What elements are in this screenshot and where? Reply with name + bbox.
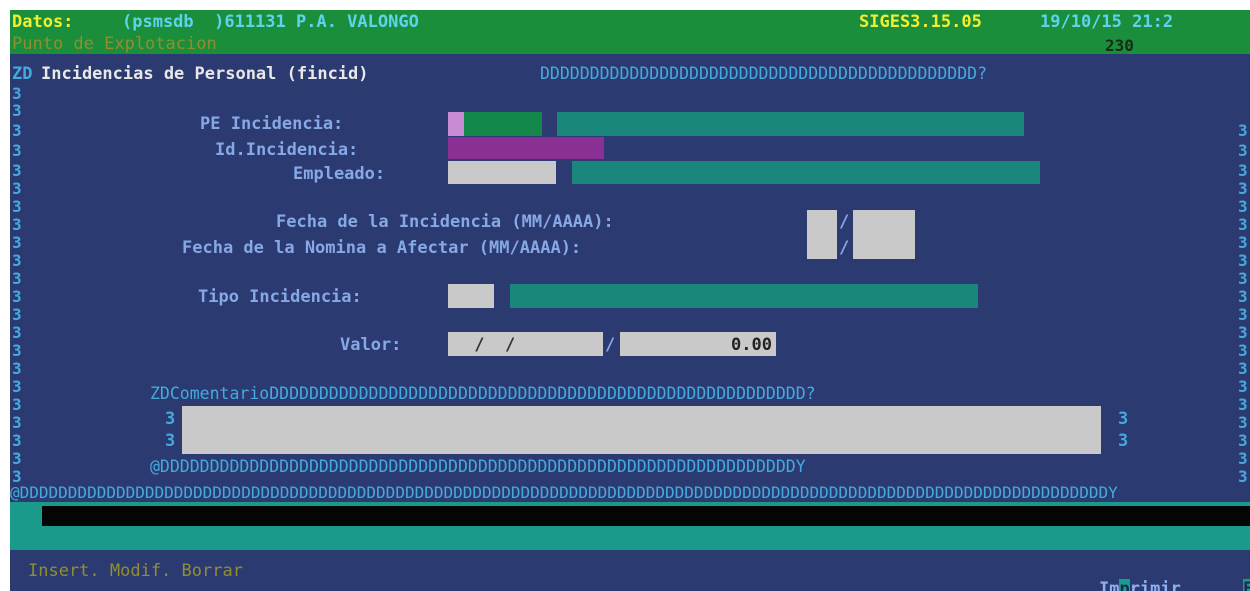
fecha-incidencia-month-field[interactable] bbox=[807, 210, 837, 236]
comment-left-border: 3 bbox=[165, 409, 176, 429]
imprimir-pre: Im bbox=[1098, 579, 1120, 591]
top-border: DDDDDDDDDDDDDDDDDDDDDDDDDDDDDDDDDDDDDDDD… bbox=[540, 64, 988, 83]
right-border: 3 bbox=[1238, 323, 1248, 342]
left-border: 3 bbox=[12, 251, 22, 270]
right-border: 3 bbox=[1238, 251, 1248, 270]
right-border: 3 bbox=[1238, 197, 1248, 216]
left-border: 3 bbox=[12, 197, 22, 216]
imprimir-hotkey: p bbox=[1119, 579, 1130, 591]
imprimir-button[interactable]: Imprimir bbox=[1058, 562, 1181, 591]
left-border: 3 bbox=[12, 215, 22, 234]
valor-amount-field[interactable]: 0.00 bbox=[620, 332, 776, 356]
command-input[interactable] bbox=[42, 506, 1250, 526]
window-bottom-border: @DDDDDDDDDDDDDDDDDDDDDDDDDDDDDDDDDDDDDDD… bbox=[10, 483, 1118, 502]
left-border: 3 bbox=[12, 179, 22, 198]
datetime-label: 19/10/15 21:2 bbox=[1040, 12, 1174, 32]
id-incidencia-label: Id.Incidencia: bbox=[215, 140, 359, 160]
right-border: 3 bbox=[1238, 233, 1248, 252]
right-border: 3 bbox=[1238, 287, 1248, 306]
right-border: 3 bbox=[1238, 359, 1248, 378]
empleado-field[interactable] bbox=[448, 161, 556, 184]
right-border: 3 bbox=[1238, 377, 1248, 396]
fin-hotkey: F bbox=[1242, 579, 1250, 591]
pe-incidencia-field[interactable] bbox=[464, 112, 542, 136]
left-border: 3 bbox=[12, 341, 22, 360]
comment-textarea[interactable] bbox=[182, 406, 1101, 454]
window-title: Incidencias de Personal (fincid) bbox=[41, 64, 369, 84]
version-label: SIGES3.15.05 bbox=[859, 12, 982, 32]
title-prefix: ZD bbox=[12, 64, 33, 84]
left-border: 3 bbox=[12, 269, 22, 288]
right-border: 3 bbox=[1238, 341, 1248, 360]
left-border: 3 bbox=[12, 287, 22, 306]
left-border: 3 bbox=[12, 359, 22, 378]
valor-label: Valor: bbox=[340, 335, 402, 355]
left-border: 3 bbox=[12, 233, 22, 252]
imprimir-post: rimir bbox=[1129, 579, 1181, 591]
code-label: 230 bbox=[1105, 36, 1134, 55]
comment-right-border: 3 bbox=[1118, 431, 1129, 451]
right-border: 3 bbox=[1238, 141, 1248, 160]
right-border: 3 bbox=[1238, 305, 1248, 324]
left-border: 3 bbox=[12, 121, 22, 140]
left-border: 3 bbox=[12, 449, 22, 468]
right-border: 3 bbox=[1238, 395, 1248, 414]
valor-amount-text: 0.00 bbox=[731, 335, 772, 355]
comment-right-border: 3 bbox=[1118, 409, 1129, 429]
fecha-incidencia-year-field[interactable] bbox=[853, 210, 915, 259]
fecha-nomina-separator: / bbox=[839, 238, 850, 258]
left-border: 3 bbox=[12, 141, 22, 160]
tipo-incidencia-label: Tipo Incidencia: bbox=[198, 287, 362, 307]
fecha-incidencia-label: Fecha de la Incidencia (MM/AAAA): bbox=[276, 212, 614, 232]
valor-date-text: / / bbox=[464, 335, 516, 355]
terminal-screen: Datos: (psmsdb )611131 P.A. VALONGO SIGE… bbox=[10, 10, 1250, 591]
empleado-description bbox=[572, 161, 1040, 184]
left-border: 3 bbox=[12, 323, 22, 342]
right-border: 3 bbox=[1238, 449, 1248, 468]
fin-button[interactable]: FIN bbox=[1202, 562, 1250, 591]
right-border: 3 bbox=[1238, 161, 1248, 180]
comment-bottom-border: @DDDDDDDDDDDDDDDDDDDDDDDDDDDDDDDDDDDDDDD… bbox=[150, 457, 806, 476]
pe-incidencia-description bbox=[557, 112, 1024, 136]
comment-left-border: 3 bbox=[165, 431, 176, 451]
comment-top-border: ZDComentarioDDDDDDDDDDDDDDDDDDDDDDDDDDDD… bbox=[150, 384, 816, 403]
left-border: 3 bbox=[12, 161, 22, 180]
subtitle-label: Punto de Explotacion bbox=[12, 34, 217, 54]
database-info: (psmsdb )611131 P.A. VALONGO bbox=[122, 12, 419, 32]
right-border: 3 bbox=[1238, 179, 1248, 198]
tipo-incidencia-description bbox=[510, 284, 978, 308]
datos-label: Datos: bbox=[12, 12, 74, 32]
right-border: 3 bbox=[1238, 467, 1248, 486]
right-border: 3 bbox=[1238, 215, 1248, 234]
left-border: 3 bbox=[12, 305, 22, 324]
fecha-nomina-label: Fecha de la Nomina a Afectar (MM/AAAA): bbox=[182, 238, 582, 258]
tipo-incidencia-field[interactable] bbox=[448, 284, 494, 308]
empleado-label: Empleado: bbox=[293, 164, 386, 184]
left-border: 3 bbox=[12, 101, 22, 120]
fecha-nomina-month-field[interactable] bbox=[807, 236, 837, 259]
pe-incidencia-label: PE Incidencia: bbox=[200, 114, 344, 134]
footer-actions[interactable]: Insert. Modif. Borrar bbox=[28, 562, 243, 580]
right-border: 3 bbox=[1238, 269, 1248, 288]
left-border: 3 bbox=[12, 413, 22, 432]
id-incidencia-field[interactable] bbox=[448, 137, 604, 159]
left-border: 3 bbox=[12, 377, 22, 396]
left-border: 3 bbox=[12, 431, 22, 450]
pe-incidencia-code-field[interactable] bbox=[448, 112, 464, 136]
right-border: 3 bbox=[1238, 431, 1248, 450]
right-border: 3 bbox=[1238, 121, 1248, 140]
fecha-incidencia-separator: / bbox=[839, 212, 850, 232]
left-border: 3 bbox=[12, 395, 22, 414]
valor-date-field[interactable]: / / bbox=[448, 332, 603, 356]
valor-separator: / bbox=[605, 335, 616, 355]
right-border: 3 bbox=[1238, 413, 1248, 432]
